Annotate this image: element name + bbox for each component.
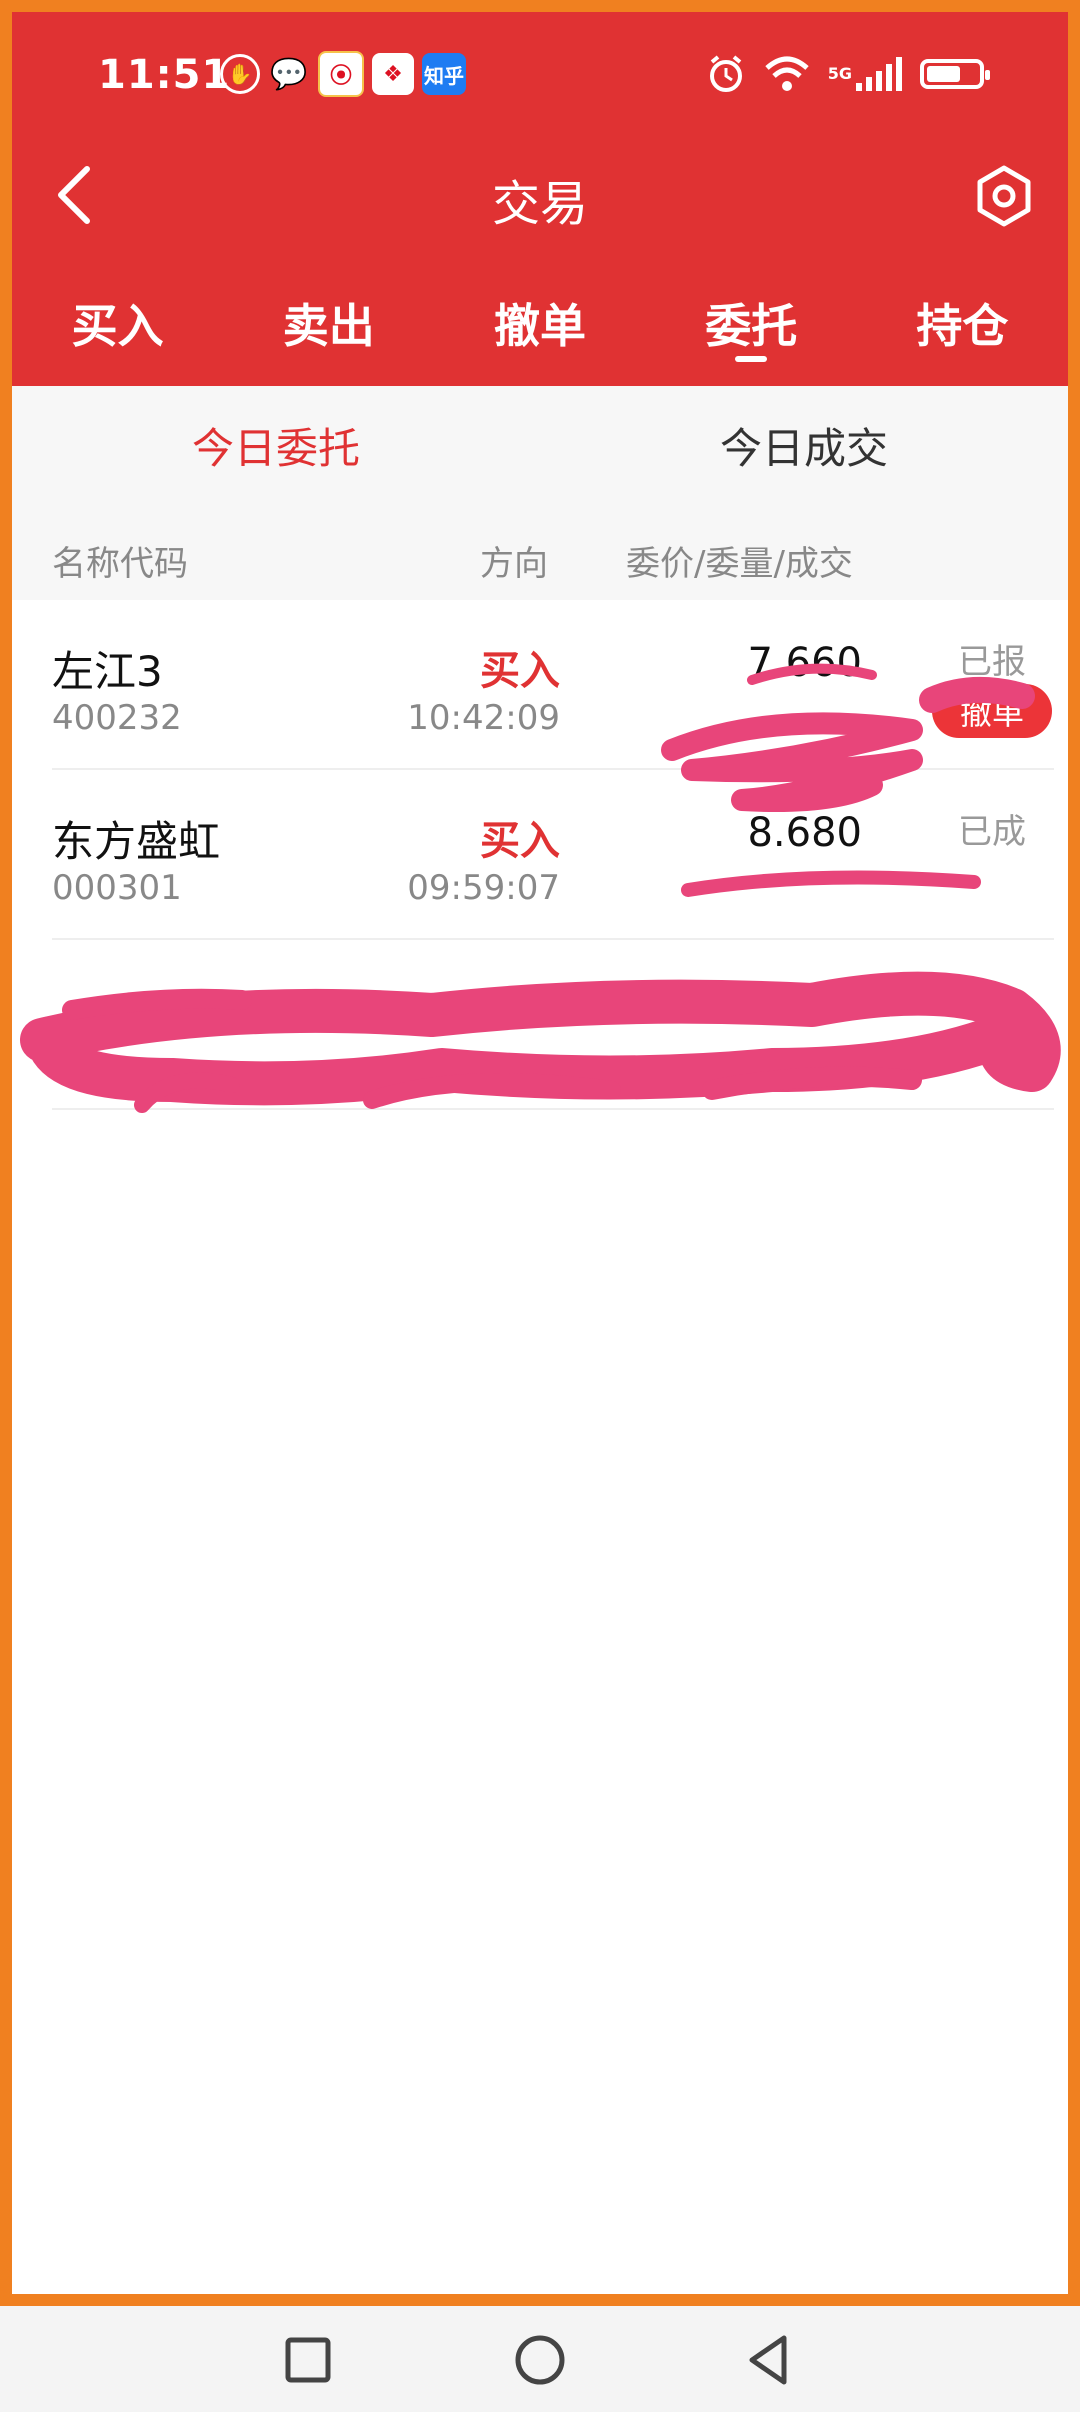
orders-list: 左江3 400232 买入 10:42:09 7.660 已报 撤单 东方盛虹 … <box>12 600 1068 1110</box>
screenshot-frame: 11:51 ✋ 💬 ⦿ ❖ 知乎 5G 交易 买入 卖出 撤单 委托 持仓 今日… <box>0 0 1080 2306</box>
alarm-icon <box>709 55 742 92</box>
status-time: 11:51 <box>98 52 231 98</box>
back-nav-button[interactable] <box>738 2328 802 2392</box>
status-bar: 11:51 ✋ 💬 ⦿ ❖ 知乎 5G <box>12 12 1068 122</box>
stock-name: 左江3 <box>52 647 163 696</box>
signal-strength-icon: 5G <box>828 57 902 91</box>
tab-cancel-order[interactable]: 撤单 <box>434 280 645 386</box>
column-name-code: 名称代码 <box>52 544 188 584</box>
column-price-qty-deal: 委价/委量/成交 <box>626 544 853 584</box>
notification-icons: ✋ 💬 ⦿ ❖ 知乎 <box>220 51 466 97</box>
trade-tabs: 买入 卖出 撤单 委托 持仓 <box>12 280 1068 386</box>
stock-name: 东方盛虹 <box>52 817 221 866</box>
order-status: 已成 <box>958 812 1026 852</box>
battery-icon <box>920 59 990 89</box>
recent-apps-button[interactable] <box>276 2328 340 2392</box>
cancel-order-button[interactable]: 撤单 <box>932 684 1052 738</box>
hand-icon: ✋ <box>220 54 260 94</box>
zhihu-icon: 知乎 <box>422 53 466 95</box>
tab-sell[interactable]: 卖出 <box>223 280 434 386</box>
battery-level <box>927 66 960 82</box>
settings-button[interactable] <box>968 160 1040 232</box>
app-header: 11:51 ✋ 💬 ⦿ ❖ 知乎 5G 交易 买入 卖出 撤单 委托 持仓 <box>12 12 1068 386</box>
circle-icon <box>515 2335 565 2385</box>
tab-buy[interactable]: 买入 <box>12 280 223 386</box>
chat-bubble-icon: 💬 <box>270 56 308 92</box>
order-status: 已报 <box>958 642 1026 682</box>
order-time: 10:42:09 <box>407 698 560 738</box>
app-screen: 11:51 ✋ 💬 ⦿ ❖ 知乎 5G 交易 买入 卖出 撤单 委托 持仓 今日… <box>12 12 1068 2294</box>
square-icon <box>285 2337 331 2383</box>
home-button[interactable] <box>508 2328 572 2392</box>
app-notification-icon: ❖ <box>372 53 414 95</box>
column-direction: 方向 <box>480 544 548 584</box>
stock-code: 000301 <box>52 868 182 908</box>
order-row[interactable]: 左江3 400232 买入 10:42:09 7.660 已报 撤单 <box>12 600 1068 770</box>
bank-app-icon: ⦿ <box>318 51 364 97</box>
tab-orders[interactable]: 委托 <box>646 280 857 386</box>
hexagon-settings-icon <box>977 165 1031 227</box>
title-bar: 交易 <box>12 142 1068 252</box>
order-row[interactable]: 东方盛虹 000301 买入 09:59:07 8.680 已成 <box>12 770 1068 940</box>
subtab-today-orders[interactable]: 今日委托 <box>12 386 540 512</box>
system-icons: 5G <box>706 52 990 96</box>
order-row-redacted <box>12 940 1068 1110</box>
order-price: 8.680 <box>747 810 862 856</box>
wifi-icon <box>765 56 809 91</box>
table-header: 名称代码 方向 委价/委量/成交 <box>12 512 1068 600</box>
order-time: 09:59:07 <box>407 868 560 908</box>
order-subtabs: 今日委托 今日成交 <box>12 386 1068 512</box>
tab-positions[interactable]: 持仓 <box>857 280 1068 386</box>
subtab-today-deals[interactable]: 今日成交 <box>540 386 1068 512</box>
triangle-back-icon <box>749 2335 787 2385</box>
stock-code: 400232 <box>52 698 182 738</box>
network-type: 5G <box>827 64 852 83</box>
page-title: 交易 <box>491 176 588 232</box>
system-navigation-bar <box>0 2306 1080 2412</box>
order-price: 7.660 <box>747 640 862 686</box>
order-direction: 买入 <box>480 648 560 694</box>
order-direction: 买入 <box>480 818 560 864</box>
